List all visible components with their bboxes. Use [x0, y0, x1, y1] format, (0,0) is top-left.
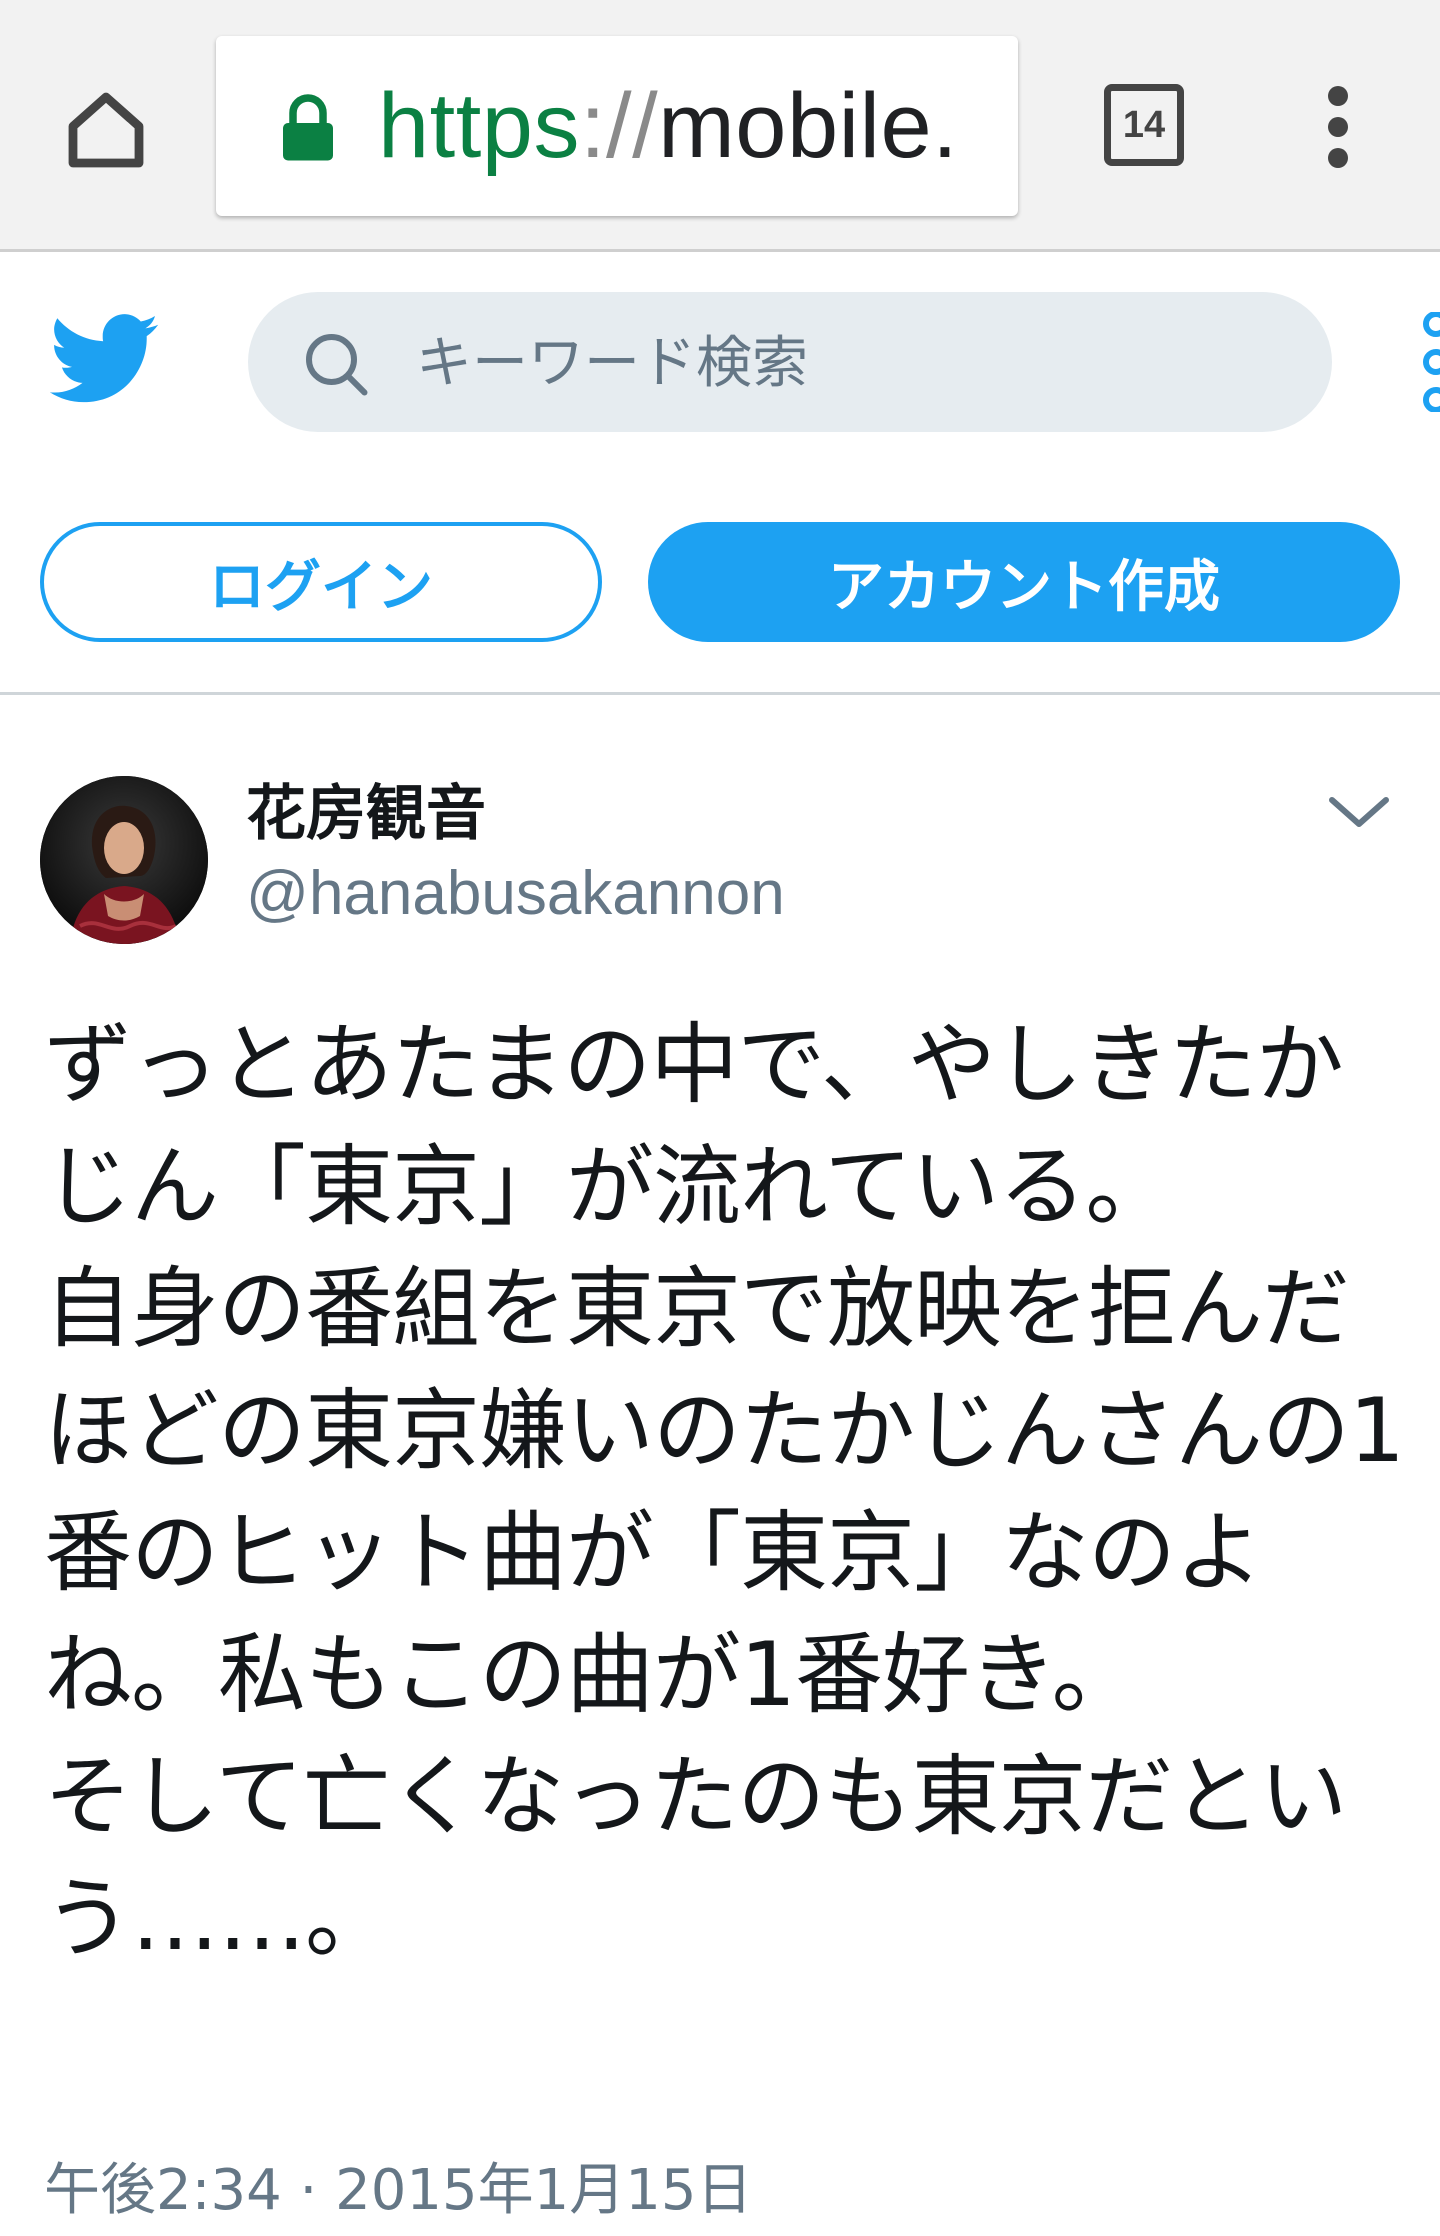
search-bar[interactable] [248, 292, 1332, 432]
avatar[interactable] [40, 776, 208, 944]
twitter-bird-icon[interactable] [50, 312, 160, 408]
overflow-menu-button[interactable] [1310, 86, 1366, 168]
header-divider [0, 692, 1440, 695]
login-label: ログイン [209, 554, 433, 620]
tab-switcher-button[interactable]: 14 [1104, 84, 1184, 166]
url-text: https://mobile. [378, 76, 958, 176]
more-icon[interactable] [1414, 312, 1440, 412]
home-icon [68, 92, 144, 168]
chevron-down-icon[interactable] [1324, 786, 1394, 836]
home-button[interactable] [56, 80, 156, 180]
url-scheme: https [378, 75, 580, 177]
search-icon [306, 334, 368, 396]
url-separator: :// [579, 75, 659, 177]
menu-dot [1328, 86, 1348, 106]
search-input[interactable] [414, 318, 1294, 408]
menu-dot [1328, 117, 1348, 137]
login-button[interactable]: ログイン [40, 522, 602, 642]
url-host: mobile. [658, 75, 959, 177]
user-handle[interactable]: @hanabusakannon [246, 856, 785, 932]
tweet-timestamp[interactable]: 午後2:34 · 2015年1月15日 [44, 2156, 753, 2226]
tab-count: 14 [1122, 103, 1166, 146]
signup-button[interactable]: アカウント作成 [648, 522, 1400, 642]
signup-label: アカウント作成 [828, 554, 1220, 620]
menu-dot [1328, 148, 1348, 168]
avatar-image [40, 776, 208, 944]
tweet-text: ずっとあたまの中で、やしきたかじん「東京」が流れている。 自身の番組を東京で放映… [44, 1013, 1405, 1970]
lock-icon [283, 94, 333, 161]
browser-toolbar: https://mobile. 14 [0, 0, 1440, 252]
address-bar[interactable]: https://mobile. [216, 36, 1018, 216]
display-name[interactable]: 花房観音 [246, 778, 486, 850]
